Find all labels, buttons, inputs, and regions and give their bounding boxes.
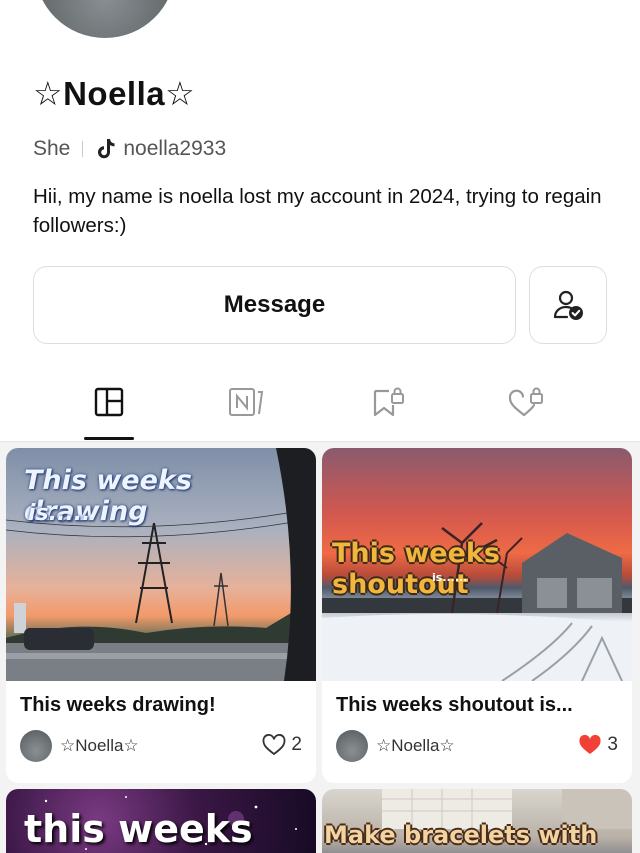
- profile-avatar[interactable]: [35, 0, 175, 38]
- like-count: 3: [607, 734, 618, 755]
- grid-icon: [94, 387, 124, 417]
- post-overlay-text: This weeks shoutout: [332, 538, 500, 600]
- tab-collections[interactable]: [358, 378, 418, 438]
- post-thumbnail[interactable]: Make bracelets with me: [322, 789, 632, 853]
- post-overlay-subtext: is......: [432, 571, 468, 584]
- author-name: ☆Noella☆: [376, 736, 455, 755]
- profile-name: ☆Noella☆: [33, 75, 196, 112]
- tiktok-handle[interactable]: noella2933: [123, 137, 226, 161]
- tab-posts[interactable]: [79, 378, 139, 440]
- person-check-icon: [553, 290, 583, 320]
- heart-filled-icon: [579, 734, 601, 754]
- tiktok-icon: [98, 139, 115, 159]
- post-overlay-text: is.....: [28, 501, 91, 526]
- post-title[interactable]: This weeks drawing!: [20, 694, 216, 717]
- post-card[interactable]: Make bracelets with me: [322, 789, 632, 853]
- like-button[interactable]: 3: [578, 734, 618, 756]
- message-button[interactable]: Message: [33, 266, 516, 344]
- post-author[interactable]: ☆Noella☆: [20, 730, 139, 762]
- post-card[interactable]: This weeks drawing is..... This weeks dr…: [6, 448, 316, 783]
- post-title[interactable]: This weeks shoutout is...: [336, 694, 573, 717]
- pronoun-label: She: [33, 137, 71, 160]
- meta-divider: [82, 141, 84, 157]
- heart-outline-icon: [263, 734, 286, 756]
- profile-bio: Hii, my name is noella lost my account i…: [33, 185, 602, 237]
- tab-notes[interactable]: [216, 378, 276, 438]
- bookmark-lock-icon: [373, 387, 404, 417]
- post-author[interactable]: ☆Noella☆: [336, 730, 455, 762]
- tab-liked[interactable]: [497, 378, 557, 438]
- heart-lock-icon: [508, 387, 543, 417]
- like-count: 2: [291, 734, 302, 755]
- like-button[interactable]: 2: [262, 734, 302, 756]
- following-button[interactable]: [529, 266, 607, 344]
- post-card[interactable]: This weeks shoutout is...... This weeks …: [322, 448, 632, 783]
- notes-icon: [229, 388, 264, 416]
- post-overlay-text: Make bracelets with me: [324, 821, 598, 853]
- post-thumbnail[interactable]: This weeks drawing is.....: [6, 448, 316, 681]
- post-overlay-text: this weeks: [24, 807, 253, 851]
- author-name: ☆Noella☆: [60, 736, 139, 755]
- post-thumbnail[interactable]: this weeks: [6, 789, 316, 853]
- post-thumbnail[interactable]: This weeks shoutout is......: [322, 448, 632, 681]
- profile-tabs: [0, 378, 640, 442]
- profile-meta: She noella2933: [33, 137, 226, 161]
- author-avatar: [20, 730, 52, 762]
- post-card[interactable]: this weeks: [6, 789, 316, 853]
- author-avatar: [336, 730, 368, 762]
